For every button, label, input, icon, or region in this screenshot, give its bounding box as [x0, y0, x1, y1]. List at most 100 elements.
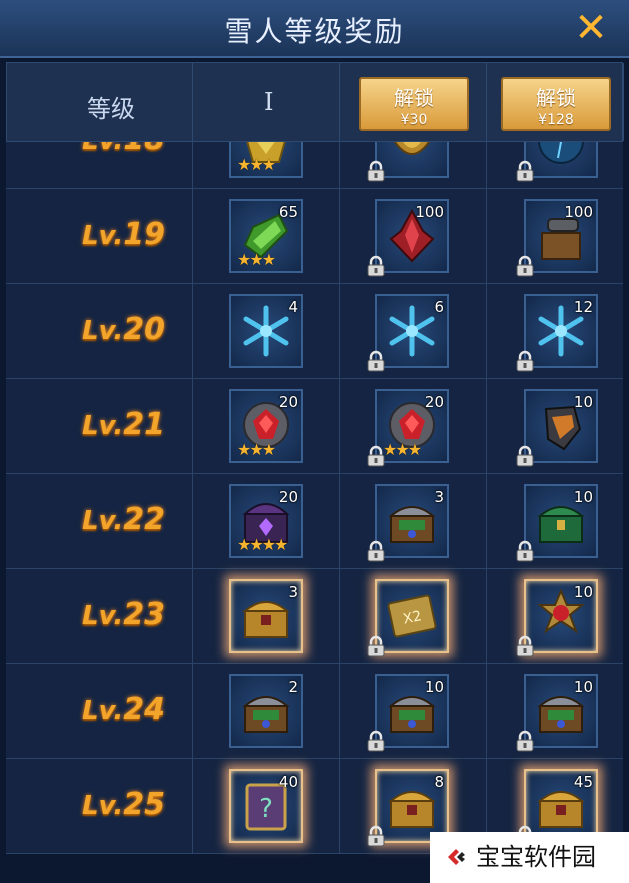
level-column-header: 等级 [7, 63, 193, 141]
watermark: 宝宝软件园 [430, 832, 629, 883]
watermark-text: 宝宝软件园 [476, 843, 596, 871]
reward-item-t2[interactable]: X2 [367, 579, 449, 657]
lock-icon [514, 445, 536, 467]
title-bar: 雪人等级奖励 ✕ [0, 0, 629, 58]
reward-quantity: 8 [434, 773, 444, 791]
reward-item-t2[interactable]: 100 [367, 199, 449, 277]
reward-item-free[interactable]: 2 [229, 674, 303, 748]
reward-quantity: 10 [573, 678, 593, 696]
lock-icon [365, 825, 387, 847]
level-label: Lv.19 [82, 217, 166, 252]
reward-item-t2[interactable]: 120 [367, 142, 449, 182]
level-label: Lv.25 [82, 787, 166, 822]
page-title: 雪人等级奖励 [224, 15, 405, 48]
reward-quantity: 40 [278, 773, 298, 791]
level-row: Lv.21 20 ★★★ 20 ★★★ 10 [6, 379, 623, 474]
unlock-tier2-button[interactable]: 解锁 ¥30 [359, 77, 469, 131]
reward-item-free[interactable]: 4 [229, 294, 303, 368]
lock-icon [514, 350, 536, 372]
reward-grid[interactable]: Lv.18★★★120Lv.1965★★★100100Lv.204612Lv.2… [6, 142, 623, 883]
reward-item-t3[interactable]: 10 [516, 484, 598, 562]
reward-quantity: 10 [573, 393, 593, 411]
reward-item-free[interactable]: 3 [229, 579, 303, 653]
level-label: Lv.18 [82, 142, 165, 157]
star-rating: ★★★ [237, 440, 276, 459]
lock-icon [365, 445, 387, 467]
reward-item-free[interactable]: ★★★ [229, 142, 303, 178]
lock-icon [365, 540, 387, 562]
level-label: Lv.22 [82, 502, 166, 537]
level-header-label: 等级 [87, 95, 135, 123]
snowflake-icon [243, 305, 289, 357]
reward-item-free[interactable]: ? 40 [229, 769, 303, 843]
unlock-tier2-price: ¥30 [400, 112, 428, 128]
tier3-column-header: 解锁 ¥128 [487, 63, 624, 141]
reward-quantity: 10 [573, 583, 593, 601]
reward-item-t3[interactable]: 12 [516, 294, 598, 372]
reward-item-t3[interactable]: 10 [516, 674, 598, 752]
lock-icon [365, 255, 387, 277]
star-rating: ★★★ [383, 440, 422, 459]
treasure-chest-icon [242, 696, 290, 733]
reward-quantity: 6 [434, 298, 444, 316]
lock-icon [365, 350, 387, 372]
reward-quantity: 12 [573, 298, 593, 316]
reward-quantity: 100 [415, 203, 444, 221]
gold-chest-icon [242, 601, 290, 638]
reward-item-free[interactable]: 20 ★★★ [229, 389, 303, 463]
reward-item-t3[interactable]: 10 [516, 389, 598, 467]
blue-orb-icon [538, 142, 584, 164]
star-rating: ★★★★ [237, 535, 288, 554]
lock-icon [514, 635, 536, 657]
reward-quantity: 4 [288, 298, 298, 316]
level-row: Lv.24 2 10 10 [6, 664, 623, 759]
level-row: Lv.19 65 ★★★ 100 100 [6, 189, 623, 284]
level-row: Lv.22 20 ★★★★ 3 10 [6, 474, 623, 569]
x2-card-icon: X2 [387, 594, 437, 638]
lock-icon [514, 730, 536, 752]
level-label: Lv.21 [82, 407, 166, 442]
close-button[interactable]: ✕ [571, 8, 611, 48]
reward-quantity: 20 [424, 393, 444, 411]
lock-icon [514, 540, 536, 562]
reward-item-free[interactable]: 65 ★★★ [229, 199, 303, 273]
star-rating: ★★★ [237, 155, 276, 174]
level-row: Lv.20 4 6 12 [6, 284, 623, 379]
level-label: Lv.20 [82, 312, 166, 347]
level-label: Lv.23 [82, 597, 166, 632]
reward-item-t2[interactable]: 6 [367, 294, 449, 372]
level-row: Lv.18 ★★★ 120 [6, 142, 623, 189]
gold-chest-icon [388, 791, 436, 828]
reward-quantity: 20 [278, 488, 298, 506]
unlock-tier3-price: ¥128 [538, 112, 574, 128]
lock-icon [365, 160, 387, 182]
lock-icon [514, 160, 536, 182]
unlock-tier3-button[interactable]: 解锁 ¥128 [501, 77, 611, 131]
gold-shield-icon [394, 142, 430, 155]
lock-icon [365, 635, 387, 657]
lock-icon [514, 255, 536, 277]
reward-item-t3[interactable] [516, 142, 598, 182]
reward-quantity: 20 [278, 393, 298, 411]
reward-item-free[interactable]: 20 ★★★★ [229, 484, 303, 558]
reward-header: 等级 I 解锁 ¥30 解锁 ¥128 [6, 62, 624, 142]
reward-item-t3[interactable]: 10 [516, 579, 598, 657]
free-column-header: I [193, 63, 340, 141]
reward-quantity: 10 [424, 678, 444, 696]
reward-item-t3[interactable]: 100 [516, 199, 598, 277]
reward-quantity: 3 [434, 488, 444, 506]
star-rating: ★★★ [237, 250, 276, 269]
reward-quantity: 100 [564, 203, 593, 221]
snowflake-icon [389, 305, 435, 357]
reward-item-t2[interactable]: 10 [367, 674, 449, 752]
free-tier-label: I [264, 88, 274, 116]
level-label: Lv.24 [82, 692, 166, 727]
level-row: Lv.23 3 X2 10 [6, 569, 623, 664]
reward-item-t2[interactable]: 3 [367, 484, 449, 562]
reward-quantity: 10 [573, 488, 593, 506]
reward-quantity: 2 [288, 678, 298, 696]
reward-quantity: 65 [278, 203, 298, 221]
reward-item-t2[interactable]: 20 ★★★ [367, 389, 449, 467]
reward-quantity: 45 [573, 773, 593, 791]
svg-text:?: ? [259, 794, 273, 824]
